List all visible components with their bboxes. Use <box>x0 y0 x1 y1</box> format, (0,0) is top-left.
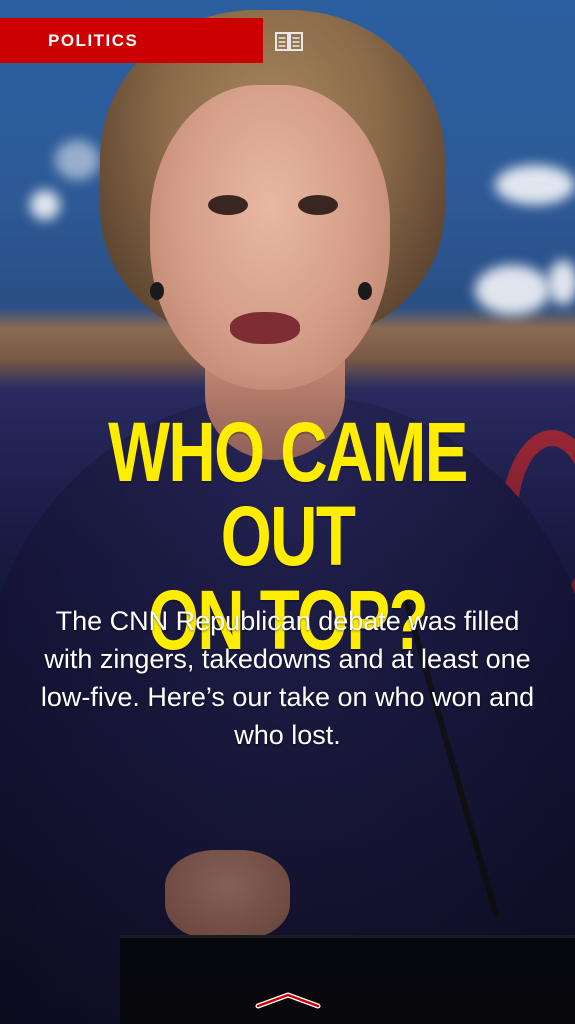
story-summary: The CNN Republican debate was filled wit… <box>40 606 535 750</box>
story-screen[interactable]: POLITICS WHO CAME OUT ON TOP? The CNN Re… <box>0 0 575 1024</box>
book-open-icon[interactable] <box>274 30 304 52</box>
chevron-up-icon[interactable] <box>255 990 321 1010</box>
section-tag[interactable]: POLITICS <box>0 18 263 63</box>
headline-line-1: WHO CAME OUT <box>108 405 468 583</box>
section-label: POLITICS <box>48 30 139 50</box>
